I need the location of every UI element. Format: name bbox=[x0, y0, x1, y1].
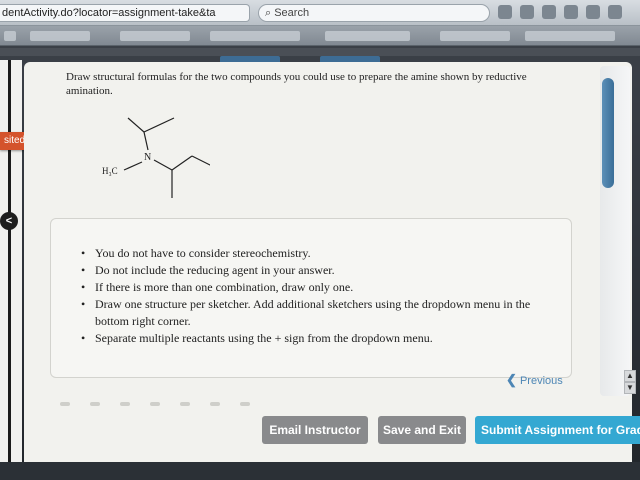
instructions-panel: You do not have to consider stereochemis… bbox=[50, 218, 572, 378]
save-and-exit-button[interactable]: Save and Exit bbox=[378, 416, 466, 444]
scroll-down-icon[interactable]: ▼ bbox=[624, 382, 636, 394]
browser-toolbar-icons bbox=[498, 5, 622, 19]
bookmark-item[interactable] bbox=[525, 31, 615, 41]
home-icon[interactable] bbox=[564, 5, 578, 19]
toolbar-mark bbox=[180, 402, 190, 406]
toolbar-mark bbox=[210, 402, 220, 406]
question-prompt: Draw structural formulas for the two com… bbox=[66, 71, 527, 97]
bond bbox=[127, 117, 145, 133]
instruction-item: You do not have to consider stereochemis… bbox=[81, 245, 561, 262]
search-placeholder: Search bbox=[274, 7, 310, 19]
bookmark-item[interactable] bbox=[4, 31, 16, 41]
instruction-item: Separate multiple reactants using the + … bbox=[81, 330, 561, 347]
browser-search-input[interactable]: ⌕ Search bbox=[258, 4, 490, 22]
instruction-item: Draw one structure per sketcher. Add add… bbox=[81, 296, 561, 330]
address-bar[interactable]: dentActivity.do?locator=assignment-take&… bbox=[0, 4, 250, 22]
email-instructor-button[interactable]: Email Instructor bbox=[262, 416, 368, 444]
search-icon: ⌕ bbox=[265, 7, 275, 19]
bookmark-item[interactable] bbox=[325, 31, 410, 41]
bookmark-item[interactable] bbox=[30, 31, 90, 41]
bond bbox=[191, 155, 210, 166]
instructions-list: You do not have to consider stereochemis… bbox=[81, 245, 561, 347]
skeletal-bonds bbox=[123, 117, 210, 198]
scroll-up-icon[interactable]: ▲ bbox=[624, 370, 636, 382]
methyl-label: H₃C bbox=[102, 166, 118, 176]
previous-button[interactable]: ❮ Previous bbox=[506, 372, 563, 388]
bond bbox=[123, 161, 143, 171]
submit-assignment-button[interactable]: Submit Assignment for Grading bbox=[475, 416, 640, 444]
scrollbar-arrows: ▲ ▼ bbox=[624, 370, 636, 394]
extension-icon[interactable] bbox=[586, 5, 600, 19]
bond bbox=[153, 159, 173, 171]
bookmarks-bar bbox=[0, 26, 640, 46]
toolbar-mark bbox=[120, 402, 130, 406]
bookmark-star-icon[interactable] bbox=[498, 5, 512, 19]
instruction-item: Do not include the reducing agent in you… bbox=[81, 262, 561, 279]
bond bbox=[143, 131, 149, 151]
toolbar-mark bbox=[240, 402, 250, 406]
bond bbox=[171, 155, 193, 171]
chevron-left-icon: ❮ bbox=[506, 372, 517, 387]
browser-toolbar: dentActivity.do?locator=assignment-take&… bbox=[0, 0, 640, 26]
scrollbar-thumb[interactable] bbox=[602, 78, 614, 188]
amine-structure: N H₃C bbox=[102, 117, 210, 198]
nitrogen-label: N bbox=[144, 152, 151, 163]
bookmark-item[interactable] bbox=[210, 31, 300, 41]
collapse-panel-button[interactable]: < bbox=[0, 212, 18, 230]
toolbar-mark bbox=[90, 402, 100, 406]
menu-icon[interactable] bbox=[608, 5, 622, 19]
page-bottom-bar bbox=[0, 462, 640, 480]
bookmark-item[interactable] bbox=[120, 31, 190, 41]
left-side-panel bbox=[0, 60, 22, 480]
toolbar-mark bbox=[60, 402, 70, 406]
reading-list-icon[interactable] bbox=[520, 5, 534, 19]
instruction-item: If there is more than one combination, d… bbox=[81, 279, 561, 296]
previous-label: Previous bbox=[519, 375, 563, 387]
bond bbox=[143, 117, 175, 133]
page-header-strip bbox=[0, 48, 640, 56]
bookmark-item[interactable] bbox=[440, 31, 510, 41]
download-icon[interactable] bbox=[542, 5, 556, 19]
sketcher-toolbar-hint bbox=[60, 402, 250, 406]
side-panel-divider bbox=[8, 60, 11, 480]
toolbar-mark bbox=[150, 402, 160, 406]
address-text: dentActivity.do?locator=assignment-take&… bbox=[2, 7, 216, 19]
